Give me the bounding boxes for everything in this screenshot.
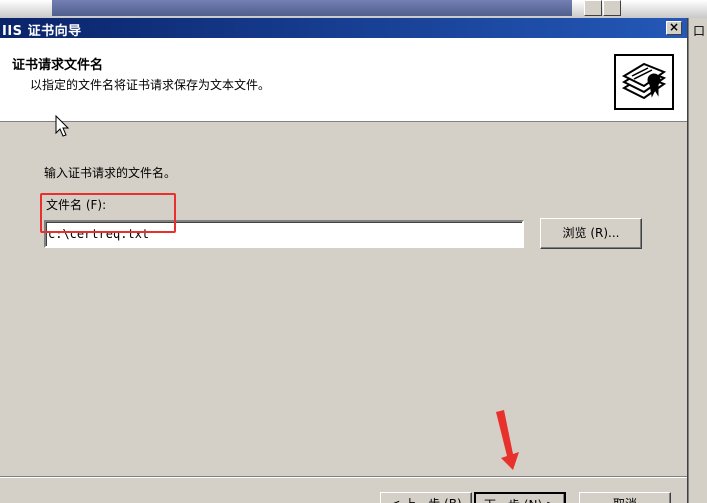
- instruction-text: 输入证书请求的文件名。: [44, 166, 177, 180]
- wizard-header: 证书请求文件名 以指定的文件名将证书请求保存为文本文件。: [0, 38, 687, 122]
- filename-input[interactable]: [44, 220, 524, 248]
- footer-divider: [0, 476, 687, 478]
- background-window-edge: 口: [688, 18, 707, 503]
- page-subtitle: 以指定的文件名将证书请求保存为文本文件。: [30, 78, 271, 92]
- background-minimize-button: [584, 0, 602, 16]
- mouse-pointer-icon: [55, 115, 70, 137]
- background-window-titlebar: [52, 0, 572, 16]
- background-app-strip: [0, 0, 707, 18]
- dialog-titlebar[interactable]: IIS 证书向导 ×: [0, 18, 687, 39]
- certificate-wizard-icon: [614, 54, 674, 110]
- browse-button[interactable]: 浏览 (R)...: [540, 218, 642, 249]
- cancel-button[interactable]: 取消: [579, 492, 671, 503]
- next-button[interactable]: 下一步 (N) >: [474, 492, 566, 503]
- close-button[interactable]: ×: [666, 21, 682, 35]
- filename-label: 文件名 (F):: [46, 198, 107, 212]
- background-close-button: [603, 0, 621, 16]
- close-icon: ×: [668, 20, 680, 34]
- dialog-title: IIS 证书向导: [2, 24, 82, 39]
- back-button[interactable]: < 上一步 (B): [380, 492, 472, 503]
- screen: 口 IIS 证书向导 × 证书请求文件名 以指定的文件名将证书请求保存为文本文件…: [0, 0, 707, 503]
- background-text-fragment: 口: [693, 24, 706, 38]
- iis-certificate-wizard-dialog: IIS 证书向导 × 证书请求文件名 以指定的文件名将证书请求保存为文本文件。: [0, 18, 688, 503]
- page-title: 证书请求文件名: [12, 58, 104, 73]
- red-arrow-icon: [496, 410, 519, 470]
